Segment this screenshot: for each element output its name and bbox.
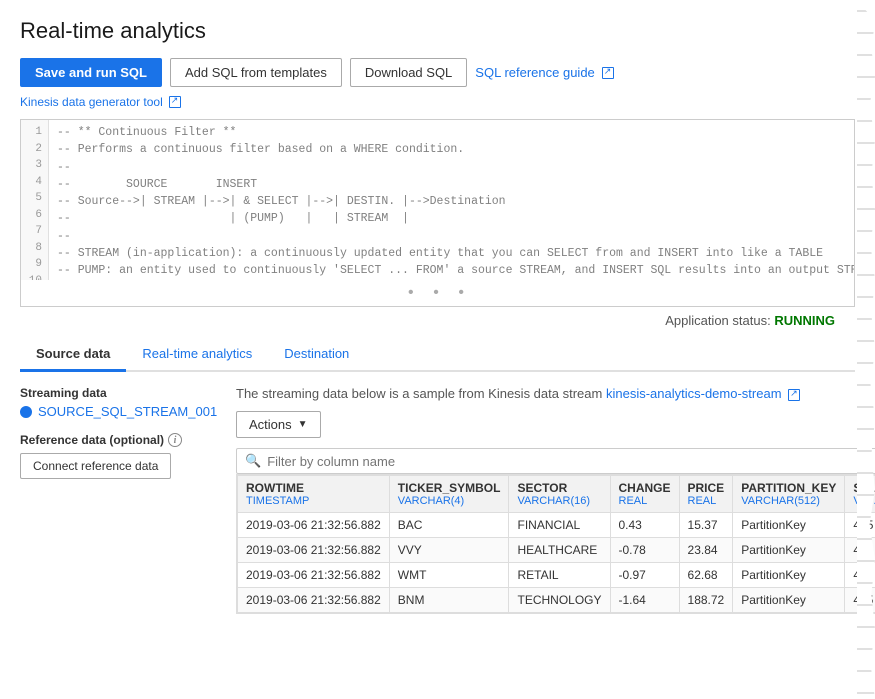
data-table: ROWTIME TIMESTAMP TICKER_SYMBOL VARCHAR(…: [237, 475, 875, 613]
reference-data-label: Reference data (optional) i: [20, 433, 220, 447]
toolbar: Save and run SQL Add SQL from templates …: [20, 58, 855, 87]
col-rowtime: ROWTIME TIMESTAMP: [238, 476, 390, 513]
dropdown-arrow-icon: ▼: [298, 419, 308, 430]
page-title: Real-time analytics: [20, 18, 855, 44]
tab-destination[interactable]: Destination: [268, 338, 365, 372]
download-button[interactable]: Download SQL: [350, 58, 467, 87]
app-status: Application status: RUNNING: [20, 313, 855, 328]
kinesis-external-icon: [169, 96, 181, 108]
connect-reference-button[interactable]: Connect reference data: [20, 453, 171, 479]
reference-guide-button[interactable]: SQL reference guide: [475, 59, 613, 86]
table-row: 2019-03-06 21:32:56.882 WMT RETAIL -0.97…: [238, 563, 875, 588]
streaming-data-section: Streaming data SOURCE_SQL_STREAM_001: [20, 386, 220, 419]
line-numbers: 12345678910111213: [21, 120, 49, 280]
col-sector: SECTOR VARCHAR(16): [509, 476, 610, 513]
col-price: PRICE REAL: [679, 476, 733, 513]
page-wrapper: Real-time analytics Save and run SQL Add…: [0, 0, 875, 699]
col-partition: PARTITION_KEY VARCHAR(512): [733, 476, 845, 513]
col-ticker: TICKER_SYMBOL VARCHAR(4): [389, 476, 509, 513]
table-row: 2019-03-06 21:32:56.882 VVY HEALTHCARE -…: [238, 538, 875, 563]
tab-source-data[interactable]: Source data: [20, 338, 126, 372]
kinesis-stream-link[interactable]: kinesis-analytics-demo-stream: [606, 386, 800, 401]
filter-bar: 🔍: [236, 448, 875, 474]
table-row: 2019-03-06 21:32:56.882 BAC FINANCIAL 0.…: [238, 513, 875, 538]
info-icon: i: [168, 433, 182, 447]
actions-bar: Actions ▼: [236, 411, 875, 438]
add-template-button[interactable]: Add SQL from templates: [170, 58, 342, 87]
table-scroll-wrapper: ROWTIME TIMESTAMP TICKER_SYMBOL VARCHAR(…: [236, 474, 875, 614]
filter-input[interactable]: [267, 454, 875, 469]
left-panel: Streaming data SOURCE_SQL_STREAM_001 Ref…: [20, 386, 220, 614]
code-editor-inner: 12345678910111213 -- ** Continuous Filte…: [21, 120, 854, 280]
code-content[interactable]: -- ** Continuous Filter ** -- Performs a…: [49, 120, 854, 280]
external-link-icon: [602, 67, 614, 79]
scroll-dots: • • •: [21, 280, 854, 306]
reference-data-section: Reference data (optional) i Connect refe…: [20, 433, 220, 479]
radio-dot: [20, 406, 32, 418]
search-icon: 🔍: [245, 453, 261, 469]
table-body: 2019-03-06 21:32:56.882 BAC FINANCIAL 0.…: [238, 513, 875, 613]
kinesis-generator-link[interactable]: Kinesis data generator tool: [20, 95, 855, 109]
save-run-button[interactable]: Save and run SQL: [20, 58, 162, 87]
code-editor[interactable]: 12345678910111213 -- ** Continuous Filte…: [20, 119, 855, 307]
table-header-row: ROWTIME TIMESTAMP TICKER_SYMBOL VARCHAR(…: [238, 476, 875, 513]
tab-realtime-analytics[interactable]: Real-time analytics: [126, 338, 268, 372]
stream-radio-item[interactable]: SOURCE_SQL_STREAM_001: [20, 404, 220, 419]
streaming-data-label: Streaming data: [20, 386, 220, 400]
col-se: SE... VA...: [845, 476, 875, 513]
table-row: 2019-03-06 21:32:56.882 BNM TECHNOLOGY -…: [238, 588, 875, 613]
tabs: Source data Real-time analytics Destinat…: [20, 338, 855, 372]
streaming-info: The streaming data below is a sample fro…: [236, 386, 875, 401]
content-area: Streaming data SOURCE_SQL_STREAM_001 Ref…: [20, 386, 855, 614]
stream-external-icon: [788, 389, 800, 401]
right-panel: The streaming data below is a sample fro…: [236, 386, 875, 614]
col-change: CHANGE REAL: [610, 476, 679, 513]
table-header: ROWTIME TIMESTAMP TICKER_SYMBOL VARCHAR(…: [238, 476, 875, 513]
actions-button[interactable]: Actions ▼: [236, 411, 321, 438]
